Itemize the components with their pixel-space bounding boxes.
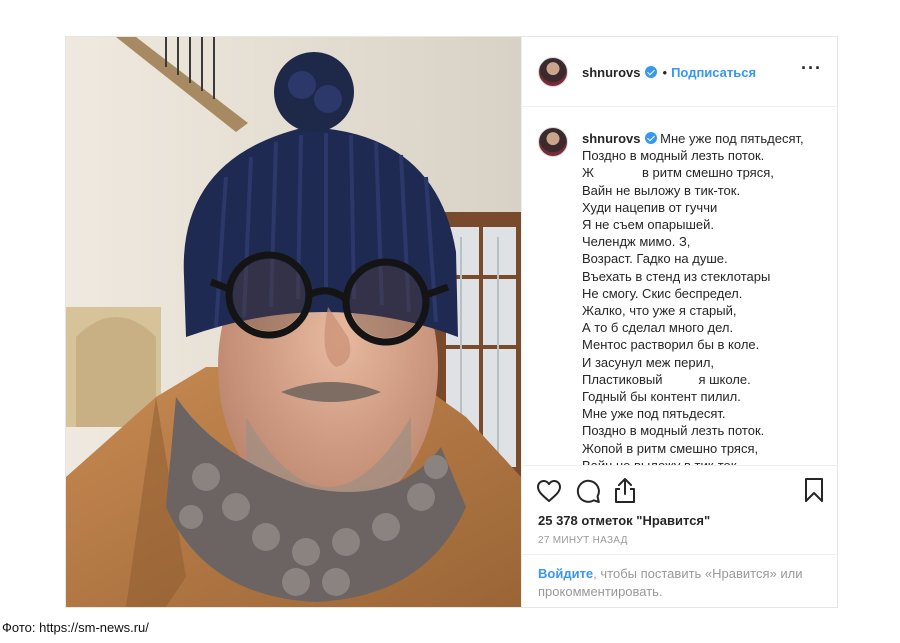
selfie-photo-illustration [66,37,521,607]
caption-line: А то б сделал много дел. [582,320,734,336]
caption-text: shnurovs Мне уже под пятьдесят, Поздно в… [582,130,822,465]
caption-username[interactable]: shnurovs [582,131,641,146]
actions-section: 25 378 отметок "Нравится" 27 минут назад… [522,465,838,607]
caption-line: Годный бы контент пилил. [582,389,741,405]
login-prompt: Войдите, чтобы поставить «Нравится» или … [522,554,838,608]
verified-badge-icon [644,66,657,78]
caption-line: Не смогу. Скис беспредел. [582,285,743,301]
caption-line: Жалко, что уже я старый, [582,303,737,319]
caption-line: Мне уже под пятьдесят. [582,406,726,422]
caption-avatar[interactable] [538,127,568,157]
post-photo[interactable] [66,37,521,607]
caption-line: И засунул меж перил, [582,354,715,370]
caption-line: Я не съем опарышей. [582,217,715,233]
caption-line: Челендж мимо. З, [582,234,691,250]
caption-line: Жв ритм смешно тряся, [582,165,774,181]
caption-line: Пластиковый я школе. [582,371,751,387]
caption-line: Поздно в модный лезть поток. [582,423,765,439]
caption-line: Въехать в стенд из стеклотары [582,268,771,284]
censored-word [662,374,699,387]
share-icon[interactable] [613,476,637,504]
avatar[interactable] [538,57,568,87]
bookmark-icon[interactable] [804,477,824,503]
censored-word [594,167,643,180]
more-options-icon[interactable]: ··· [801,59,822,77]
caption-line: Худи нацепив от гуччи [582,199,718,215]
caption-area: shnurovs Мне уже под пятьдесят, Поздно в… [522,107,838,465]
likes-count[interactable]: 25 378 отметок "Нравится" [538,513,710,528]
caption-line: Ментос растворил бы в коле. [582,337,760,353]
header-username[interactable]: shnurovs [582,65,641,80]
instagram-post: shnurovs • Подписаться ··· shnurovs Мне уж… [65,36,838,608]
verified-badge-icon [644,132,657,144]
photo-credit: Фото: https://sm-news.ru/ [2,620,149,635]
header-user-row: shnurovs • Подписаться [582,64,756,82]
caption-line: Жопой в ритм смешно тряся, [582,440,759,456]
caption-line: Вайн не выложу в тик-ток. [582,182,741,198]
post-header: shnurovs • Подписаться ··· [522,37,838,107]
comment-icon[interactable] [575,478,601,504]
post-sidebar: shnurovs • Подписаться ··· shnurovs Мне уж… [521,37,838,607]
follow-button[interactable]: Подписаться [671,65,756,80]
caption-line: Вайн не выложу в тик-ток. [582,457,822,465]
caption-line: Поздно в модный лезть поток. [582,148,765,164]
login-link[interactable]: Войдите [538,566,593,581]
post-timestamp[interactable]: 27 минут назад [538,535,628,546]
heart-icon[interactable] [536,479,562,503]
header-separator: • [662,65,668,80]
caption-line: Возраст. Гадко на душе. [582,251,728,267]
caption-line: shnurovs Мне уже под пятьдесят, [582,131,804,146]
